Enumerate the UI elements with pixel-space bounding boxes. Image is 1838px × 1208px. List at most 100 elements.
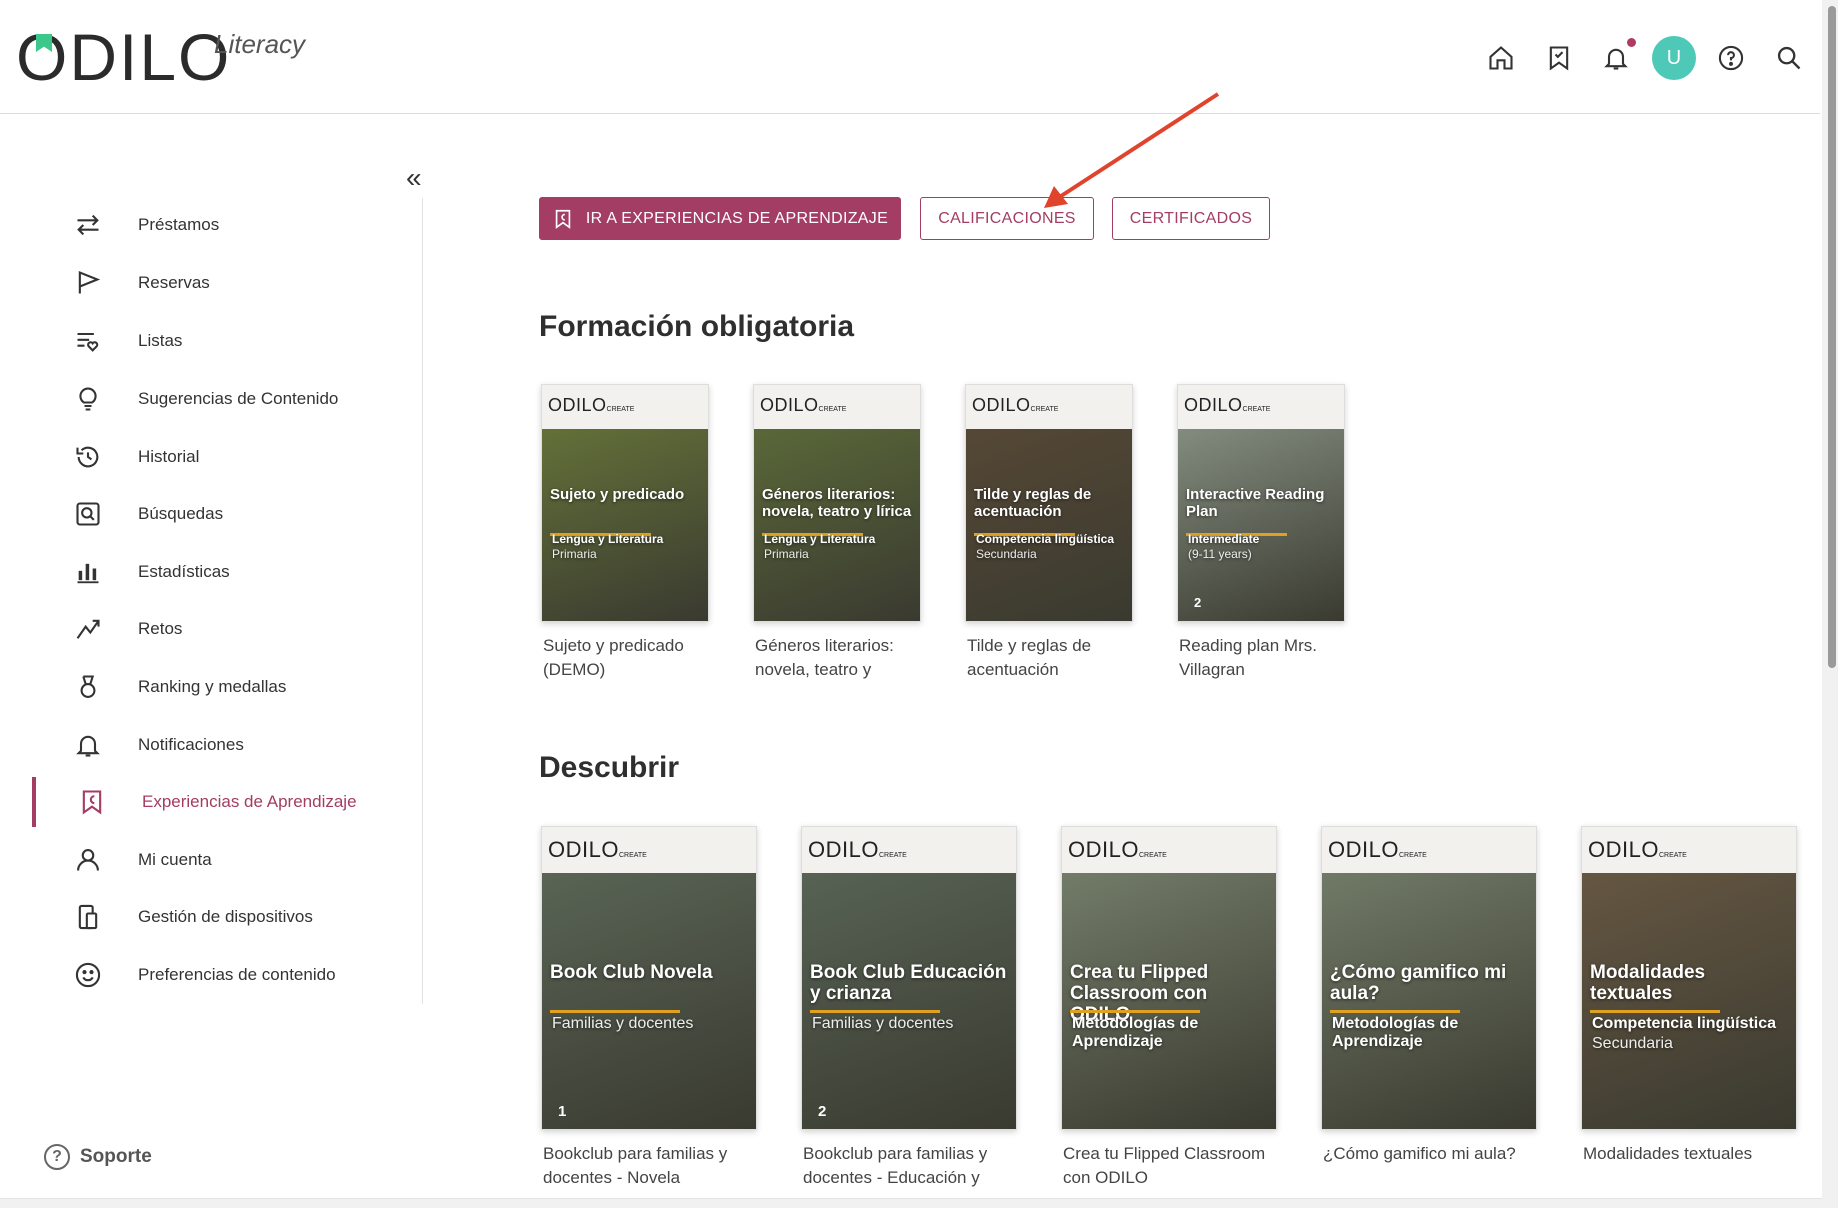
course-caption[interactable]: Tilde y reglas de acentuación	[967, 634, 1145, 682]
flag-icon	[72, 267, 104, 299]
section-title-discover: Descubrir	[539, 751, 680, 784]
sidebar-item-ranking[interactable]: Ranking y medallas	[32, 662, 412, 712]
course-card[interactable]: ODILOCREATE Book Club Educación y crianza…	[801, 826, 1017, 1190]
history-icon	[72, 441, 104, 473]
sidebar-item-mi-cuenta[interactable]: Mi cuenta	[32, 835, 412, 885]
course-cover[interactable]: ODILOCREATE Crea tu Flipped Classroom con…	[1061, 826, 1277, 1130]
logo-subtitle: Literacy	[214, 29, 306, 59]
sidebar-item-dispositivos[interactable]: Gestión de dispositivos	[32, 892, 412, 942]
sidebar-item-reservas[interactable]: Reservas	[32, 258, 412, 308]
course-cover[interactable]: ODILOCREATE Modalidades textuales Competen…	[1581, 826, 1797, 1130]
certificates-button[interactable]: CERTIFICADOS	[1112, 197, 1270, 240]
horizontal-scrollbar[interactable]	[0, 1198, 1822, 1208]
learning-bookmark-icon	[555, 209, 571, 229]
support-link[interactable]: ? Soporte	[44, 1144, 152, 1170]
cover-level: Familias y docentes	[812, 1015, 954, 1032]
search-box-icon	[72, 498, 104, 530]
caption-line: Reading plan Mrs.	[1179, 636, 1317, 655]
cover-number: 1	[558, 1103, 567, 1120]
learning-bookmark-icon[interactable]	[1541, 40, 1577, 76]
search-icon[interactable]	[1771, 40, 1807, 76]
course-caption[interactable]: Bookclub para familias y docentes - Educa…	[803, 1142, 1029, 1190]
sidebar-item-label: Búsquedas	[138, 504, 224, 523]
caption-line: docentes - Educación y	[803, 1168, 980, 1187]
cover-level: Primaria	[764, 547, 809, 561]
caption-line: ¿Cómo gamifico mi aula?	[1323, 1144, 1516, 1163]
course-card[interactable]: ODILOCREATE Book Club Novela Familias y do…	[541, 826, 757, 1190]
sidebar-item-label: Listas	[138, 331, 183, 350]
user-icon	[72, 844, 104, 876]
course-caption[interactable]: Bookclub para familias y docentes - Novel…	[543, 1142, 769, 1190]
course-card[interactable]: ODILOCREATE Géneros literarios: novela, t…	[753, 384, 921, 682]
caption-line: Crea tu Flipped Classroom	[1063, 1144, 1266, 1163]
course-cover[interactable]: ODILOCREATE Book Club Novela Familias y do…	[541, 826, 757, 1130]
course-cover[interactable]: ODILOCREATE ¿Cómo gamifico mi aula? Metodo…	[1321, 826, 1537, 1130]
sidebar-item-busquedas[interactable]: Búsquedas	[32, 489, 412, 539]
course-caption[interactable]: Crea tu Flipped Classroom con ODILO	[1063, 1142, 1289, 1190]
course-caption[interactable]: Sujeto y predicado (DEMO)	[543, 634, 721, 682]
cover-subject: Metodologías de Aprendizaje	[1332, 1015, 1459, 1051]
course-cover[interactable]: ODILOCREATE Sujeto y predicado Lengua y Li…	[541, 384, 709, 622]
caption-line: Tilde y reglas de	[967, 636, 1092, 655]
cover-subject: Metodologías de Aprendizaje	[1072, 1015, 1199, 1051]
cover-underline	[1590, 1010, 1720, 1013]
course-card[interactable]: ODILOCREATE Interactive Reading Plan Inter…	[1177, 384, 1345, 682]
cover-level: Primaria	[552, 547, 597, 561]
course-card[interactable]: ODILOCREATE ¿Cómo gamifico mi aula? Metodo…	[1321, 826, 1537, 1190]
course-card[interactable]: ODILOCREATE Crea tu Flipped Classroom con…	[1061, 826, 1277, 1190]
caption-line: Bookclub para familias y	[543, 1144, 728, 1163]
cover-underline	[1330, 1010, 1460, 1013]
learning-bookmark-icon	[76, 786, 108, 818]
grades-button[interactable]: CALIFICACIONES	[920, 197, 1094, 240]
cover-level: Familias y docentes	[552, 1015, 694, 1032]
sidebar-item-preferencias[interactable]: Preferencias de contenido	[32, 950, 412, 1000]
course-caption[interactable]: Reading plan Mrs. Villagran	[1179, 634, 1357, 682]
cover-odilo-logo: ODILOCREATE	[548, 837, 647, 862]
cover-subject: Competencia lingüística	[976, 532, 1115, 546]
sidebar-item-historial[interactable]: Historial	[32, 432, 412, 482]
course-cover[interactable]: ODILOCREATE Book Club Educación y crianza…	[801, 826, 1017, 1130]
sidebar-item-sugerencias[interactable]: Sugerencias de Contenido	[32, 374, 412, 424]
help-icon[interactable]	[1713, 40, 1749, 76]
caption-line: Villagran	[1179, 660, 1245, 679]
cover-title: Modalidades textuales	[1590, 962, 1706, 1004]
course-cover[interactable]: ODILOCREATE Tilde y reglas de acentuación…	[965, 384, 1133, 622]
cover-title: Géneros literarios: novela, teatro y lír…	[762, 486, 912, 520]
caption-line: novela, teatro y	[755, 660, 872, 679]
odilo-literacy-logo[interactable]: ODILO Literacy	[16, 24, 336, 94]
sidebar-item-label: Reservas	[138, 273, 210, 292]
course-caption[interactable]: ¿Cómo gamifico mi aula?	[1323, 1142, 1549, 1166]
sidebar-item-estadisticas[interactable]: Estadísticas	[32, 547, 412, 597]
sidebar-item-listas[interactable]: Listas	[32, 316, 412, 366]
go-to-learning-experiences-button[interactable]: IR A EXPERIENCIAS DE APRENDIZAJE	[539, 197, 901, 240]
course-cover[interactable]: ODILOCREATE Géneros literarios: novela, t…	[753, 384, 921, 622]
top-header: ODILO Literacy U	[0, 0, 1820, 114]
course-card[interactable]: ODILOCREATE Sujeto y predicado Lengua y Li…	[541, 384, 709, 682]
course-card[interactable]: ODILOCREATE Tilde y reglas de acentuación…	[965, 384, 1133, 682]
course-card[interactable]: ODILOCREATE Modalidades textuales Competen…	[1581, 826, 1797, 1190]
sidebar-item-experiencias[interactable]: Experiencias de Aprendizaje	[32, 777, 412, 827]
lightbulb-icon	[72, 383, 104, 415]
sidebar-item-notificaciones[interactable]: Notificaciones	[32, 720, 412, 770]
sidebar-item-label: Gestión de dispositivos	[138, 907, 313, 926]
course-cover[interactable]: ODILOCREATE Interactive Reading Plan Inter…	[1177, 384, 1345, 622]
sidebar-item-prestamos[interactable]: Préstamos	[32, 200, 412, 250]
collapse-sidebar-button[interactable]: «	[406, 164, 422, 192]
course-caption[interactable]: Géneros literarios: novela, teatro y	[755, 634, 933, 682]
sidebar-divider	[422, 198, 423, 1004]
cover-title: Sujeto y predicado	[550, 486, 685, 503]
scrollbar-thumb[interactable]	[1828, 6, 1836, 668]
cover-odilo-logo: ODILOCREATE	[548, 395, 635, 415]
course-caption[interactable]: Modalidades textuales	[1583, 1142, 1809, 1166]
notification-dot	[1627, 38, 1636, 47]
home-icon[interactable]	[1483, 40, 1519, 76]
cover-title: Book Club Educación y crianza	[810, 962, 1007, 1004]
cover-title: Interactive Reading Plan	[1186, 486, 1325, 520]
bell-icon	[72, 729, 104, 761]
sidebar-item-label: Estadísticas	[138, 562, 230, 581]
avatar[interactable]: U	[1652, 36, 1696, 80]
sidebar-item-retos[interactable]: Retos	[32, 604, 412, 654]
cover-odilo-logo: ODILOCREATE	[1328, 837, 1427, 862]
sidebar-item-label: Ranking y medallas	[138, 677, 287, 696]
cover-level: Secundaria	[1592, 1035, 1673, 1052]
